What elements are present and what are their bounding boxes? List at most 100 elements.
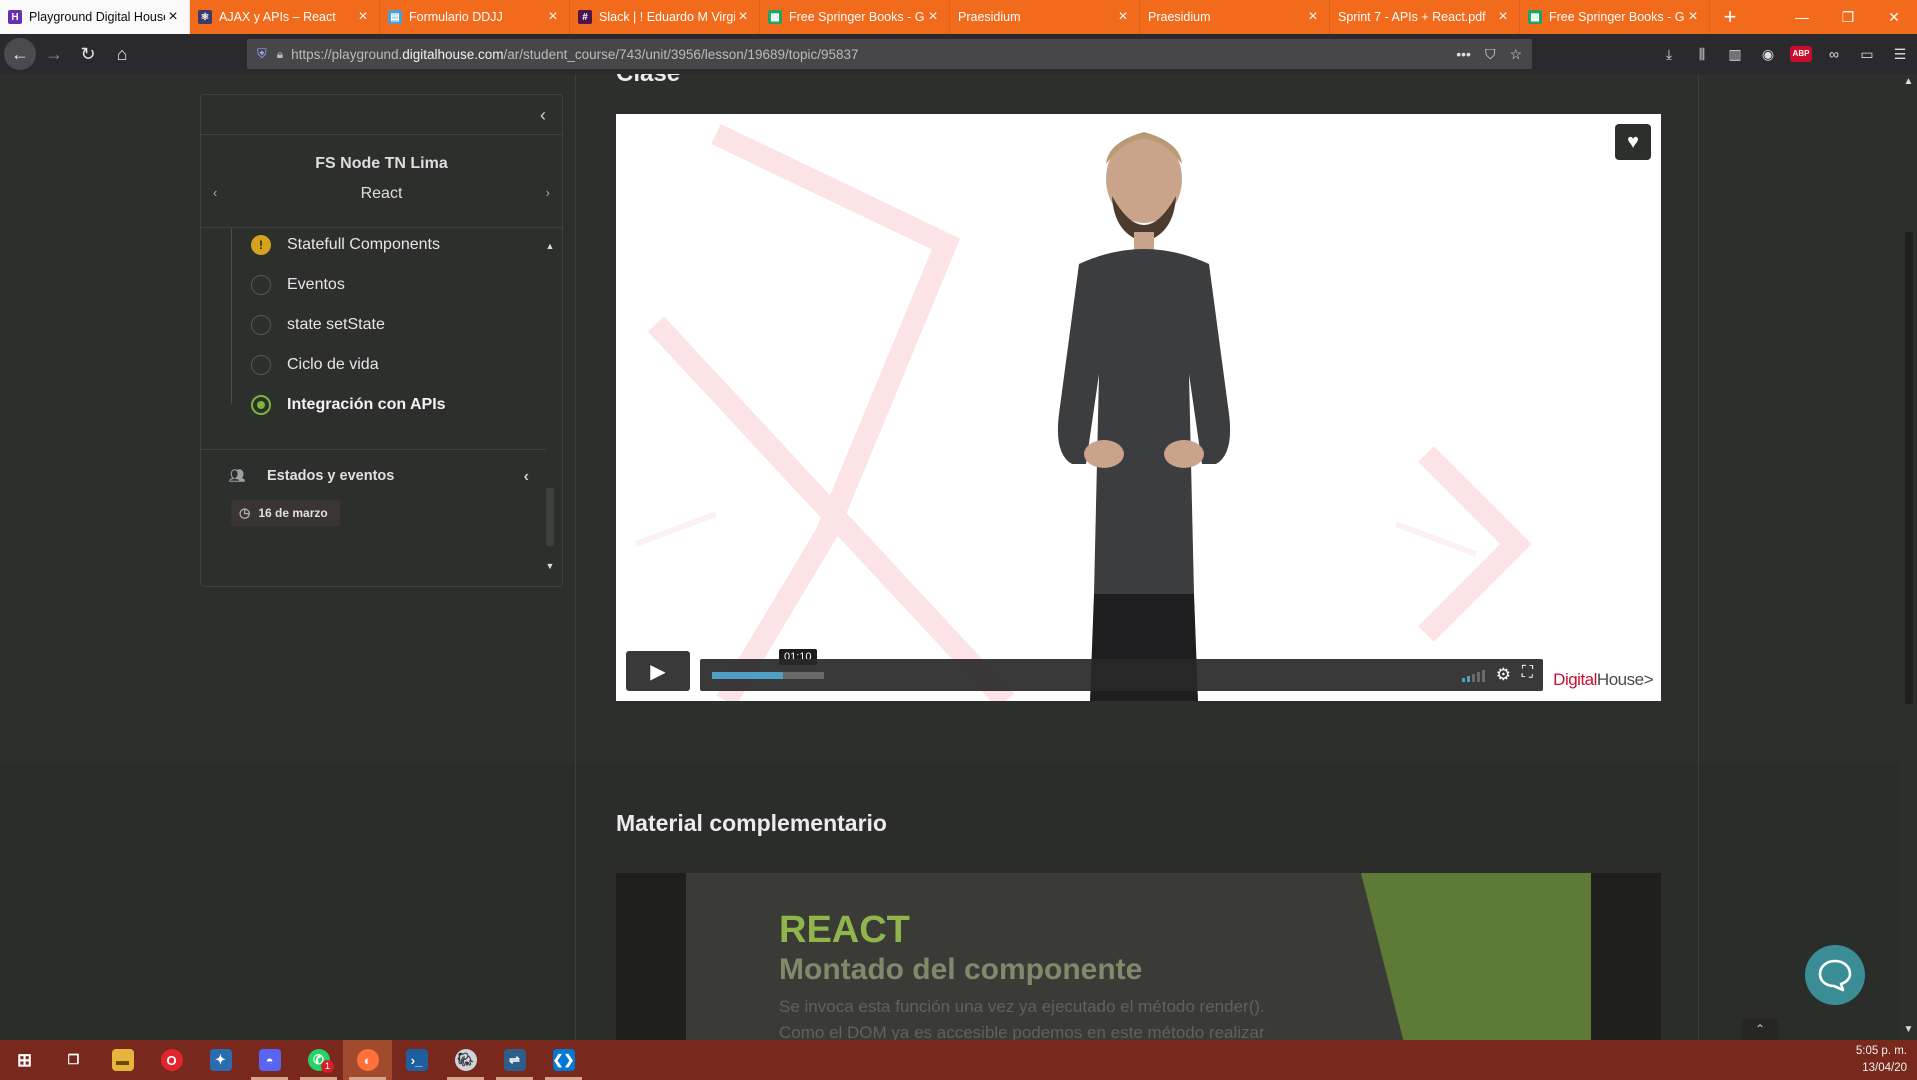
chat-button[interactable] <box>1805 945 1865 1005</box>
back-arrow-icon[interactable]: ← <box>4 38 36 70</box>
close-tab-icon[interactable]: × <box>925 9 941 25</box>
scrollbar-thumb[interactable] <box>1905 232 1913 704</box>
close-tab-icon[interactable]: × <box>1115 9 1131 25</box>
browser-tab[interactable]: # Slack | ! Eduardo M Virgi × <box>570 0 760 34</box>
bookmark-star-icon[interactable]: ☆ <box>1509 46 1522 63</box>
pocket-icon[interactable]: ⛉ <box>1485 46 1496 63</box>
picture-in-picture-icon[interactable]: ▭ <box>1856 46 1878 63</box>
library-icon[interactable]: ⫼ <box>1691 46 1713 63</box>
minimize-icon[interactable]: — <box>1779 0 1825 34</box>
slide-subtitle: Montado del componente <box>779 953 1143 986</box>
file-explorer-icon[interactable]: ▬ <box>98 1040 147 1080</box>
heart-icon[interactable]: ♥ <box>1615 124 1651 160</box>
task-view-icon[interactable]: ❐ <box>49 1040 98 1080</box>
lesson-item[interactable]: Ciclo de vida <box>251 350 379 380</box>
close-tab-icon[interactable]: × <box>545 9 561 25</box>
volume-icon[interactable] <box>1462 669 1485 682</box>
browser-tab[interactable]: ▤ Formulario DDJJ × <box>380 0 570 34</box>
downloads-icon[interactable]: ⤓ <box>1658 46 1680 63</box>
new-tab-button[interactable]: + <box>1710 0 1750 34</box>
page-actions-icon[interactable]: ••• <box>1456 46 1471 62</box>
vscode-icon[interactable]: ❮❯ <box>539 1040 588 1080</box>
account-icon[interactable]: ◉ <box>1757 46 1779 63</box>
browser-tab[interactable]: Praesidium × <box>950 0 1140 34</box>
close-window-icon[interactable]: ✕ <box>1871 0 1917 34</box>
close-tab-icon[interactable]: × <box>1305 9 1321 25</box>
slack-icon: # <box>578 10 592 24</box>
tab-title: AJAX y APIs – React <box>219 10 336 24</box>
warning-icon: ! <box>251 235 271 255</box>
scroll-down-icon[interactable]: ▼ <box>544 561 556 571</box>
windows-start-icon[interactable]: ⊞ <box>0 1040 49 1080</box>
scroll-down-icon[interactable]: ▼ <box>1902 1024 1915 1035</box>
close-tab-icon[interactable]: × <box>735 9 751 25</box>
slide-viewer[interactable]: REACT Montado del componente Se invoca e… <box>616 873 1661 1040</box>
play-button[interactable]: ▶ <box>626 651 690 691</box>
pending-circle-icon <box>251 275 271 295</box>
adblock-icon[interactable]: ABP <box>1790 46 1812 62</box>
fullscreen-icon[interactable]: ⛶ <box>1522 664 1533 682</box>
video-player[interactable]: ♥ ▶ 01:10 ⚙ ⛶ DigitalHouse> <box>616 114 1661 701</box>
system-clock[interactable]: 5:05 p. m. 13/04/20 <box>1856 1043 1907 1077</box>
scroll-to-top-icon[interactable]: ⌃ <box>1742 1018 1778 1040</box>
course-title: FS Node TN Lima <box>315 155 448 172</box>
close-tab-icon[interactable]: × <box>1685 9 1701 25</box>
extension-icon[interactable]: ∞ <box>1823 46 1845 62</box>
close-tab-icon[interactable]: × <box>1495 9 1511 25</box>
powershell-icon[interactable]: ›_ <box>392 1040 441 1080</box>
slide: REACT Montado del componente Se invoca e… <box>686 873 1591 1040</box>
home-icon[interactable]: ⌂ <box>106 38 138 70</box>
mysql-workbench-icon[interactable]: ⇌ <box>490 1040 539 1080</box>
module-selector: ‹ React › <box>201 185 562 207</box>
video-progress-bar[interactable] <box>712 672 824 679</box>
date-label: 16 de marzo <box>258 506 328 520</box>
pgadmin-icon[interactable]: 🐘︎ <box>441 1040 490 1080</box>
sidebar-toggle-icon[interactable]: ▥ <box>1724 46 1746 63</box>
lesson-item[interactable]: state setState <box>251 310 385 340</box>
address-bar[interactable]: ⛨ 🔒︎ https://playground. digitalhouse.com… <box>247 39 1532 69</box>
browser-tab[interactable]: ▦ Free Springer Books - Go × <box>1520 0 1710 34</box>
lock-icon[interactable]: 🔒︎ <box>277 47 283 62</box>
whatsapp-icon[interactable]: ✆ 1 <box>294 1040 343 1080</box>
forward-arrow-icon[interactable]: → <box>38 38 70 70</box>
tab-title: Free Springer Books - Go <box>789 10 925 24</box>
browser-tab[interactable]: Praesidium × <box>1140 0 1330 34</box>
digitalhouse-logo[interactable]: DigitalHouse> <box>1553 670 1653 690</box>
sidebar-scrollbar[interactable]: ▲ ▼ <box>544 241 556 571</box>
previous-module-icon[interactable]: ‹ <box>213 185 217 200</box>
unit-item[interactable]: 👥︎ Estados y eventos ‹ <box>229 468 529 486</box>
clock-time: 5:05 p. m. <box>1855 1045 1907 1057</box>
close-tab-icon[interactable]: × <box>165 9 181 25</box>
tracking-shield-icon[interactable]: ⛨ <box>257 46 267 62</box>
slide-title: REACT <box>779 909 910 951</box>
restore-icon[interactable]: ❐ <box>1825 0 1871 34</box>
scroll-up-icon[interactable]: ▲ <box>544 241 556 251</box>
scroll-up-icon[interactable]: ▲ <box>1902 76 1915 87</box>
lesson-item[interactable]: ! Statefull Components <box>251 230 440 260</box>
menu-icon[interactable]: ☰ <box>1889 46 1911 63</box>
browser-tab[interactable]: ▦ Free Springer Books - Go × <box>760 0 950 34</box>
browser-tab[interactable]: ⚛ AJAX y APIs – React × <box>190 0 380 34</box>
react-icon: ⚛ <box>198 10 212 24</box>
discord-icon[interactable]: ◓ <box>245 1040 294 1080</box>
reload-icon[interactable]: ↻ <box>72 38 104 70</box>
lightbulb-app-icon[interactable]: ✦ <box>196 1040 245 1080</box>
browser-tab[interactable]: Sprint 7 - APIs + React.pdf × <box>1330 0 1520 34</box>
close-tab-icon[interactable]: × <box>355 9 371 25</box>
next-module-icon[interactable]: › <box>546 185 550 200</box>
sheets-icon: ▦ <box>768 10 782 24</box>
lesson-item[interactable]: Eventos <box>251 270 345 300</box>
group-icon: 👥︎ <box>229 468 246 483</box>
collapse-sidebar-icon[interactable]: ‹ <box>540 105 546 126</box>
unit-title: Estados y eventos <box>267 468 395 484</box>
page-scrollbar[interactable]: ▲ ▼ <box>1900 74 1917 1040</box>
lesson-item-current[interactable]: Integración con APIs <box>251 390 446 420</box>
lesson-label: state setState <box>287 316 385 333</box>
expand-unit-icon[interactable]: ‹ <box>524 468 529 486</box>
scrollbar-thumb[interactable] <box>546 488 554 546</box>
settings-gear-icon[interactable]: ⚙ <box>1496 665 1511 685</box>
firefox-icon[interactable]: ◐ <box>343 1040 392 1080</box>
lesson-label: Eventos <box>287 276 345 293</box>
opera-gx-icon[interactable]: O <box>147 1040 196 1080</box>
browser-tab[interactable]: H Playground Digital House × <box>0 0 190 34</box>
